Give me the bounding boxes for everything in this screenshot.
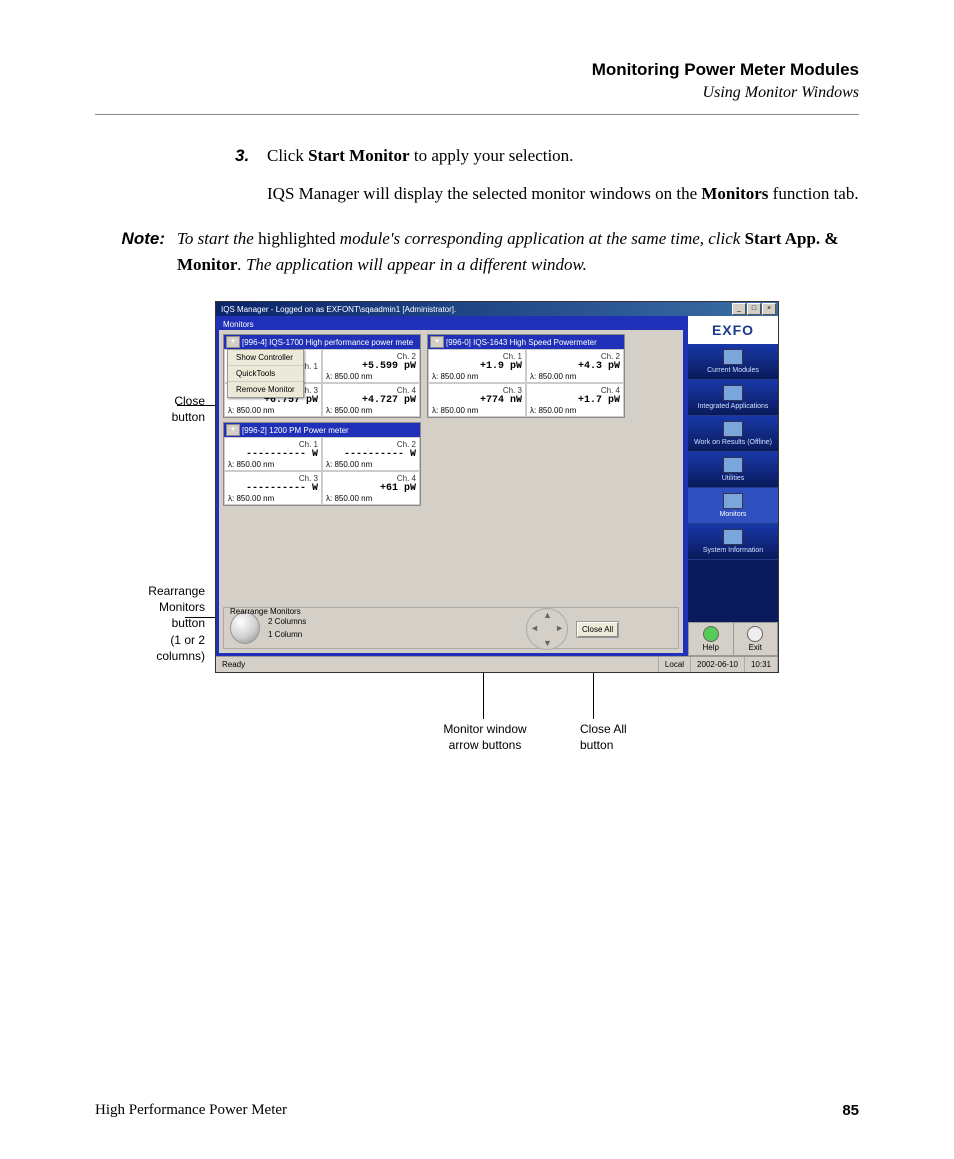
section-subtitle: Using Monitor Windows	[95, 84, 859, 102]
minimize-button[interactable]: _	[732, 303, 746, 315]
note-text: To start the highlighted module's corres…	[177, 226, 859, 277]
arrow-right-icon[interactable]: ►	[555, 623, 564, 633]
monitor-panel-1: ▾ [996-4] IQS-1700 High performance powe…	[223, 334, 421, 418]
monitor-panel-2: ▾ [996-0] IQS-1643 High Speed Powermeter…	[427, 334, 625, 418]
rearrange-opt-1col: 1 Column	[268, 630, 306, 639]
utilities-icon	[723, 457, 743, 473]
close-all-button[interactable]: Close All	[576, 621, 619, 638]
page-number: 85	[842, 1102, 859, 1119]
monitor-title-3: [996-2] 1200 PM Power meter	[242, 426, 418, 435]
sidebar-system-info[interactable]: System Information	[688, 524, 778, 560]
footer-title: High Performance Power Meter	[95, 1102, 287, 1119]
monitor-context-menu: Show Controller QuickTools Remove Monito…	[227, 349, 304, 398]
sidebar: EXFO Current Modules Integrated Applicat…	[686, 316, 778, 656]
exit-button[interactable]: Exit	[733, 622, 779, 656]
section-title: Monitoring Power Meter Modules	[95, 60, 859, 80]
results-icon	[723, 421, 743, 437]
sidebar-monitors[interactable]: Monitors	[688, 488, 778, 524]
sidebar-utilities[interactable]: Utilities	[688, 452, 778, 488]
callout-close: Closebutton	[115, 393, 205, 425]
callout-arrows: Monitor windowarrow buttons	[420, 721, 550, 753]
monitor-title-1: [996-4] IQS-1700 High performance power …	[242, 338, 418, 347]
close-window-button[interactable]: ×	[762, 303, 776, 315]
apps-icon	[723, 385, 743, 401]
ctx-quicktools[interactable]: QuickTools	[228, 366, 303, 382]
arrow-down-icon[interactable]: ▼	[543, 638, 552, 648]
sysinfo-icon	[723, 529, 743, 545]
arrow-left-icon[interactable]: ◄	[530, 623, 539, 633]
exfo-logo: EXFO	[688, 316, 778, 344]
status-ready: Ready	[216, 657, 659, 672]
monitor-menu-button[interactable]: ▾	[430, 336, 444, 348]
sidebar-current-modules[interactable]: Current Modules	[688, 344, 778, 380]
rearrange-title: Rearrange Monitors	[230, 607, 301, 616]
monitor-title-2: [996-0] IQS-1643 High Speed Powermeter	[446, 338, 622, 347]
rearrange-opt-2col: 2 Columns	[268, 617, 306, 626]
arrow-pad[interactable]: ▲ ▼ ◄ ►	[526, 608, 568, 650]
monitor-panel-3: ▾ [996-2] 1200 PM Power meter Ch. 1-----…	[223, 422, 421, 506]
ctx-remove-monitor[interactable]: Remove Monitor	[228, 382, 303, 397]
ctx-show-controller[interactable]: Show Controller	[228, 350, 303, 366]
callout-rearrange: RearrangeMonitorsbutton(1 or 2columns)	[95, 583, 205, 664]
note-label: Note:	[95, 226, 177, 277]
status-date: 2002-06-10	[691, 657, 745, 672]
statusbar: Ready Local 2002-06-10 10:31	[216, 656, 778, 672]
power-icon	[747, 626, 763, 642]
sidebar-integrated-apps[interactable]: Integrated Applications	[688, 380, 778, 416]
header-rule	[95, 114, 859, 115]
step-number: 3.	[235, 143, 267, 169]
screenshot-figure: Closebutton RearrangeMonitorsbutton(1 or…	[95, 301, 859, 781]
app-window: IQS Manager - Logged on as EXFONT\sqaadm…	[215, 301, 779, 673]
step-line-1: Click Start Monitor to apply your select…	[267, 143, 859, 169]
arrow-up-icon[interactable]: ▲	[543, 610, 552, 620]
sidebar-work-results[interactable]: Work on Results (Offline)	[688, 416, 778, 452]
monitors-icon	[723, 493, 743, 509]
help-button[interactable]: Help	[688, 622, 733, 656]
window-titlebar: IQS Manager - Logged on as EXFONT\sqaadm…	[216, 302, 778, 316]
modules-icon	[723, 349, 743, 365]
rearrange-knob[interactable]	[230, 612, 260, 644]
monitor-menu-button[interactable]: ▾	[226, 336, 240, 348]
status-time: 10:31	[745, 657, 778, 672]
monitors-tab[interactable]: Monitors	[219, 319, 683, 330]
callout-closeall: Close Allbutton	[580, 721, 660, 753]
step-line-2: IQS Manager will display the selected mo…	[267, 181, 859, 207]
help-icon	[703, 626, 719, 642]
maximize-button[interactable]: □	[747, 303, 761, 315]
window-title: IQS Manager - Logged on as EXFONT\sqaadm…	[218, 305, 731, 314]
monitor-menu-button[interactable]: ▾	[226, 424, 240, 436]
status-mode: Local	[659, 657, 691, 672]
